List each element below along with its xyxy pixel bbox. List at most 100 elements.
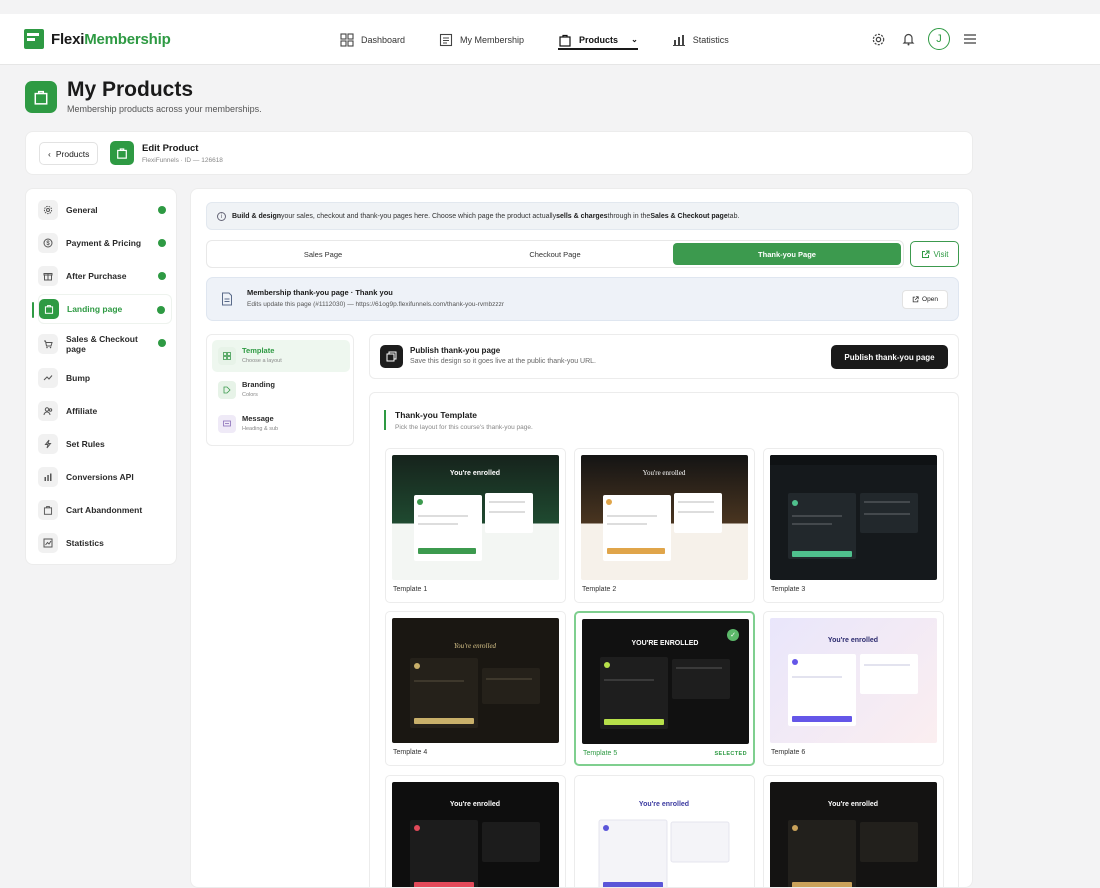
subnav-title: Message (242, 414, 274, 423)
template-card-3[interactable]: Template 3 (763, 448, 944, 603)
template-card-9[interactable]: You're enrolled (763, 775, 944, 887)
sidebar-item-label: Affiliate (66, 406, 98, 416)
sidebar-item-label: After Purchase (66, 271, 127, 281)
bag-outline-icon (38, 500, 58, 520)
sidebar-item-statistics[interactable]: Statistics (38, 528, 172, 558)
template-name: Template 1 (393, 586, 428, 593)
subnav-template[interactable]: Template Choose a layout (212, 340, 350, 372)
template-section-title: Thank-you Template (395, 410, 478, 420)
users-icon (38, 401, 58, 421)
main-nav: Dashboard My Membership Products ⌄ Stati… (340, 14, 763, 65)
publish-button[interactable]: Publish thank-you page (831, 345, 948, 369)
template-1-preview: You're enrolled (392, 455, 559, 580)
svg-text:You're enrolled: You're enrolled (643, 469, 686, 477)
selected-badge: SELECTED (714, 751, 747, 757)
tab-checkout-page[interactable]: Checkout Page (441, 243, 669, 265)
message-icon (218, 415, 236, 433)
top-strip (0, 0, 1100, 14)
publish-icon (380, 345, 403, 368)
chart-icon (38, 533, 58, 553)
design-subnav: Template Choose a layout Branding Colors… (206, 334, 354, 446)
avatar[interactable]: J (928, 28, 950, 50)
open-page-button[interactable]: Open (902, 290, 948, 309)
dashboard-icon (340, 32, 354, 47)
svg-text:You're enrolled: You're enrolled (450, 470, 500, 477)
subnav-branding[interactable]: Branding Colors (212, 374, 350, 406)
page-url-info: Edits update this page (#1112030) — http… (247, 301, 505, 308)
template-card-5[interactable]: YOU'RE ENROLLED ✓ Template 5 SELECTED (574, 611, 755, 766)
sidebar-item-label: Bump (66, 373, 91, 383)
publish-card: Publish thank-you page Save this design … (369, 334, 959, 379)
svg-text:You're enrolled: You're enrolled (639, 801, 689, 808)
sidebar-item-bump[interactable]: Bump (38, 363, 172, 393)
subnav-message[interactable]: Message Heading & sub (212, 408, 350, 440)
template-card-1[interactable]: You're enrolled Template 1 (385, 448, 566, 603)
brand-name: FlexiMembership (51, 30, 171, 48)
bag-icon (39, 299, 59, 319)
sidebar-item-set-rules[interactable]: Set Rules (38, 429, 172, 459)
product-bag-icon (110, 141, 134, 165)
info-banner: i Build & design your sales, checkout an… (206, 202, 959, 230)
edit-product-meta: FlexiFunnels · ID — 126618 (142, 157, 223, 164)
template-name: Template 5 (583, 750, 618, 757)
sidebar-item-label: Sales & Checkout page (66, 334, 138, 354)
subnav-sub: Colors (242, 392, 258, 398)
sidebar-item-conversions-api[interactable]: Conversions API (38, 462, 172, 492)
sidebar-item-landing-page[interactable]: Landing page (32, 294, 172, 324)
sidebar-item-cart-abandonment[interactable]: Cart Abandonment (38, 495, 172, 525)
brand-logo[interactable]: FlexiMembership (24, 29, 171, 49)
svg-text:You're enrolled: You're enrolled (828, 637, 878, 644)
template-card-4[interactable]: You're enrolled Template 4 (385, 611, 566, 766)
template-8-preview: You're enrolled (581, 782, 748, 887)
nav-products[interactable]: Products ⌄ (558, 14, 638, 65)
sidebar-item-sales-checkout[interactable]: Sales & Checkout page (38, 328, 172, 360)
nav-dashboard[interactable]: Dashboard (340, 14, 405, 65)
publish-title: Publish thank-you page (410, 346, 501, 355)
sidebar-item-label: Payment & Pricing (66, 238, 142, 248)
svg-text:You're enrolled: You're enrolled (828, 801, 878, 808)
settings-gear-icon[interactable] (868, 29, 888, 49)
svg-text:You're enrolled: You're enrolled (454, 642, 497, 650)
chevron-down-icon: ⌄ (631, 35, 638, 44)
gear-icon (38, 200, 58, 220)
template-7-preview: You're enrolled (392, 782, 559, 887)
top-bar: FlexiMembership Dashboard My Membership … (0, 14, 1100, 65)
hamburger-menu-icon[interactable] (960, 29, 980, 49)
template-card-7[interactable]: You're enrolled (385, 775, 566, 887)
subnav-sub: Choose a layout (242, 358, 282, 364)
nav-products-label: Products (579, 34, 619, 45)
open-label: Open (922, 296, 938, 303)
complete-status-dot (157, 306, 165, 314)
back-to-products-button[interactable]: ‹ Products (39, 142, 99, 165)
nav-my-membership[interactable]: My Membership (439, 14, 524, 65)
nav-statistics[interactable]: Statistics (672, 14, 729, 65)
visit-button[interactable]: Visit (910, 241, 959, 267)
edit-product-title: Edit Product (142, 143, 199, 154)
page-subtitle: Membership products across your membersh… (67, 104, 262, 114)
notification-bell-icon[interactable] (898, 29, 918, 49)
template-card-8[interactable]: You're enrolled (574, 775, 755, 887)
sidebar-item-after-purchase[interactable]: After Purchase (38, 261, 172, 291)
sidebar-item-payment-pricing[interactable]: $ Payment & Pricing (38, 228, 172, 258)
subnav-title: Template (242, 346, 275, 355)
external-link-icon (921, 250, 930, 258)
section-accent-bar (384, 410, 386, 430)
template-6-preview: You're enrolled (770, 618, 937, 743)
template-card-2[interactable]: You're enrolled Template 2 (574, 448, 755, 603)
page-tabs: Sales Page Checkout Page Thank-you Page (206, 240, 904, 268)
grid-icon (218, 347, 236, 365)
sidebar-item-label: Set Rules (66, 439, 105, 449)
template-card-6[interactable]: You're enrolled Template 6 (763, 611, 944, 766)
sidebar-item-label: General (66, 205, 98, 215)
complete-status-dot (158, 272, 166, 280)
sidebar-item-label: Statistics (66, 538, 104, 548)
publish-subtitle: Save this design so it goes live at the … (410, 358, 596, 365)
sidebar-item-affiliate[interactable]: Affiliate (38, 396, 172, 426)
info-icon: i (217, 212, 226, 221)
template-name: Template 3 (771, 586, 806, 593)
bar-chart-icon (672, 34, 685, 46)
nav-dashboard-label: Dashboard (361, 34, 406, 45)
tab-sales-page[interactable]: Sales Page (209, 243, 437, 265)
sidebar-item-general[interactable]: General (38, 195, 172, 225)
tab-thank-you-page[interactable]: Thank-you Page (673, 243, 901, 265)
